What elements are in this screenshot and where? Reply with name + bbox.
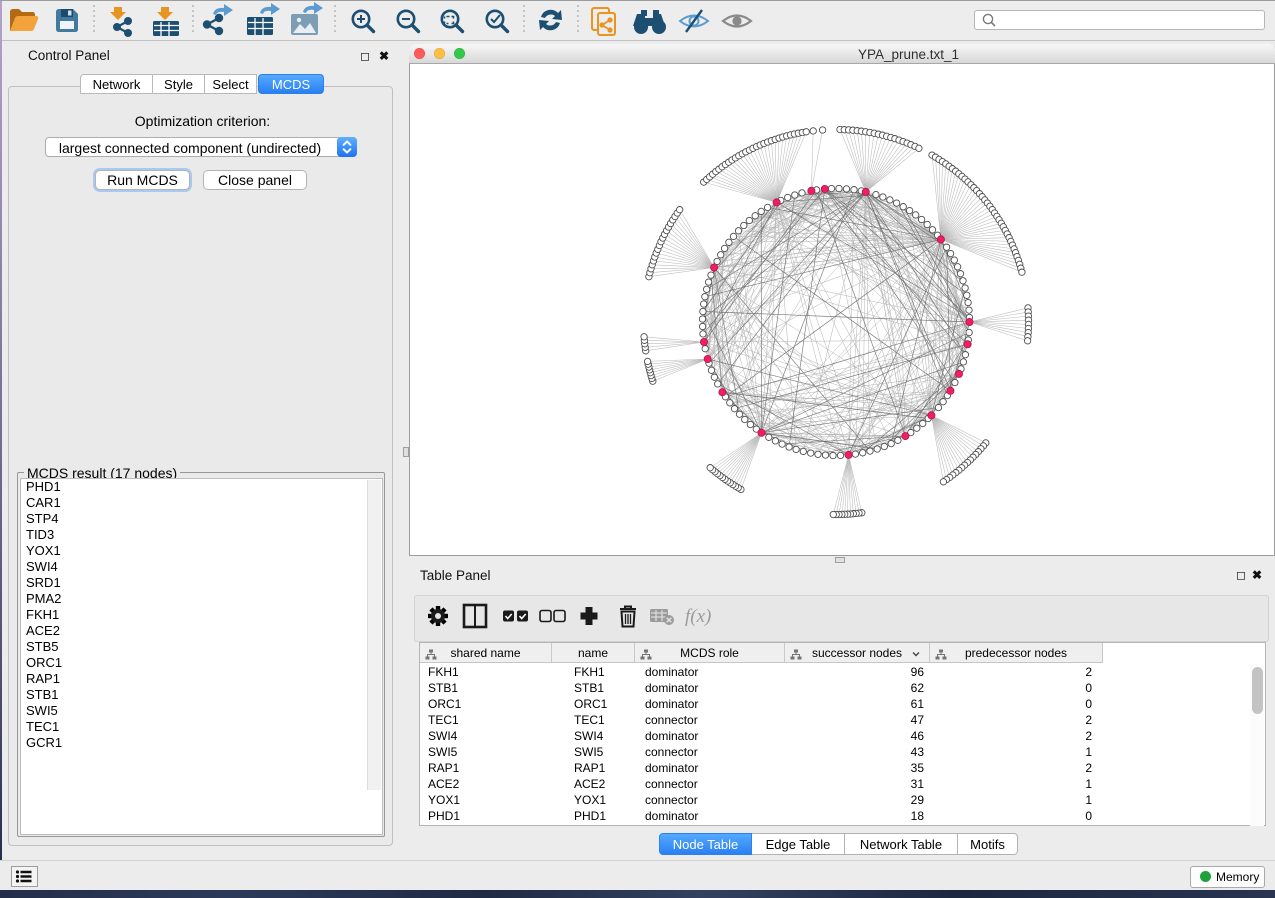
svg-text:f(x): f(x) xyxy=(685,606,711,627)
